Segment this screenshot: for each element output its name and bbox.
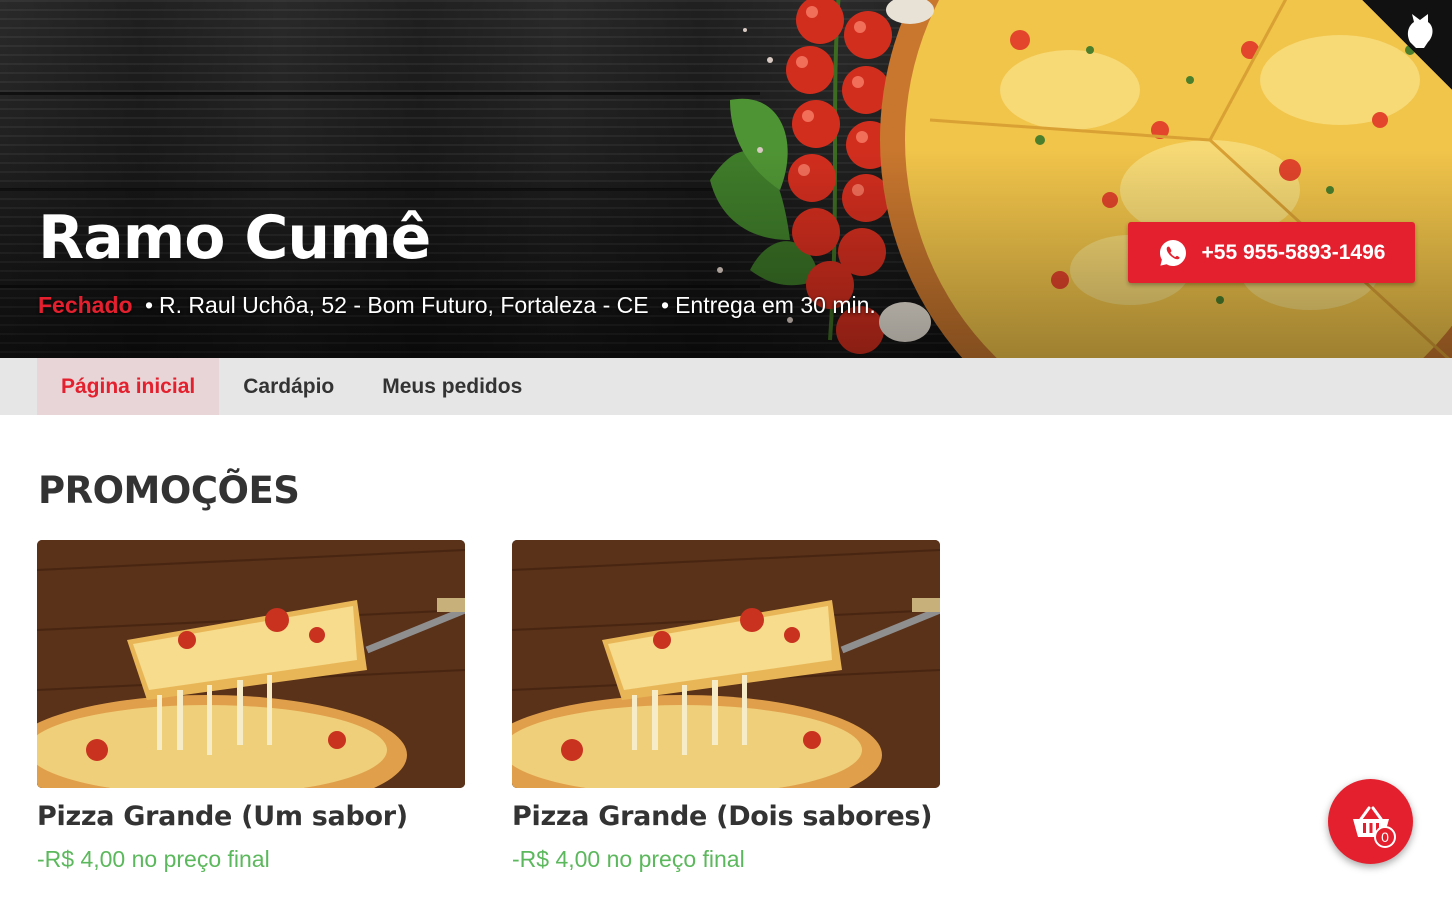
store-info: Fechado • R. Raul Uchôa, 52 - Bom Futuro,… (38, 288, 876, 322)
promo-item-discount: -R$ 4,00 no preço final (37, 846, 270, 872)
main-nav: Página inicial Cardápio Meus pedidos (0, 358, 1452, 415)
store-address: R. Raul Uchôa, 52 - Bom Futuro, Fortalez… (159, 292, 649, 318)
tab-menu[interactable]: Cardápio (219, 358, 358, 415)
info-separator: • (144, 292, 154, 318)
cart-count-badge: 0 (1374, 826, 1396, 848)
whatsapp-icon (1158, 238, 1188, 268)
promo-item-name: Pizza Grande (Um sabor) (37, 801, 408, 832)
tab-my-orders[interactable]: Meus pedidos (358, 358, 546, 415)
info-separator: • (661, 292, 670, 318)
whatsapp-button[interactable]: +55 955-5893-1496 (1128, 222, 1415, 283)
promo-card-two-flavors[interactable]: Pizza Grande (Dois sabores) -R$ 4,00 no … (512, 540, 940, 874)
wood-plank-seam (0, 92, 760, 95)
tab-home[interactable]: Página inicial (37, 358, 220, 415)
promo-card-one-flavor[interactable]: Pizza Grande (Um sabor) -R$ 4,00 no preç… (37, 540, 465, 874)
whatsapp-number: +55 955-5893-1496 (1201, 240, 1386, 264)
promotions-title: PROMOÇÕES (38, 469, 300, 512)
pizza-slice-image (37, 540, 465, 788)
pizza-slice-image (512, 540, 940, 788)
store-status: Fechado (38, 292, 133, 318)
promo-item-name: Pizza Grande (Dois sabores) (512, 801, 933, 832)
delivery-time: Entrega em 30 min. (675, 292, 876, 318)
mascot-icon (1407, 14, 1433, 48)
promo-item-discount: -R$ 4,00 no preço final (512, 846, 745, 872)
cart-button[interactable]: 0 (1328, 779, 1413, 864)
corner-badge[interactable] (1362, 0, 1452, 90)
store-name: Ramo Cumê (38, 203, 431, 273)
hero-banner: Ramo Cumê Fechado • R. Raul Uchôa, 52 - B… (0, 0, 1452, 358)
